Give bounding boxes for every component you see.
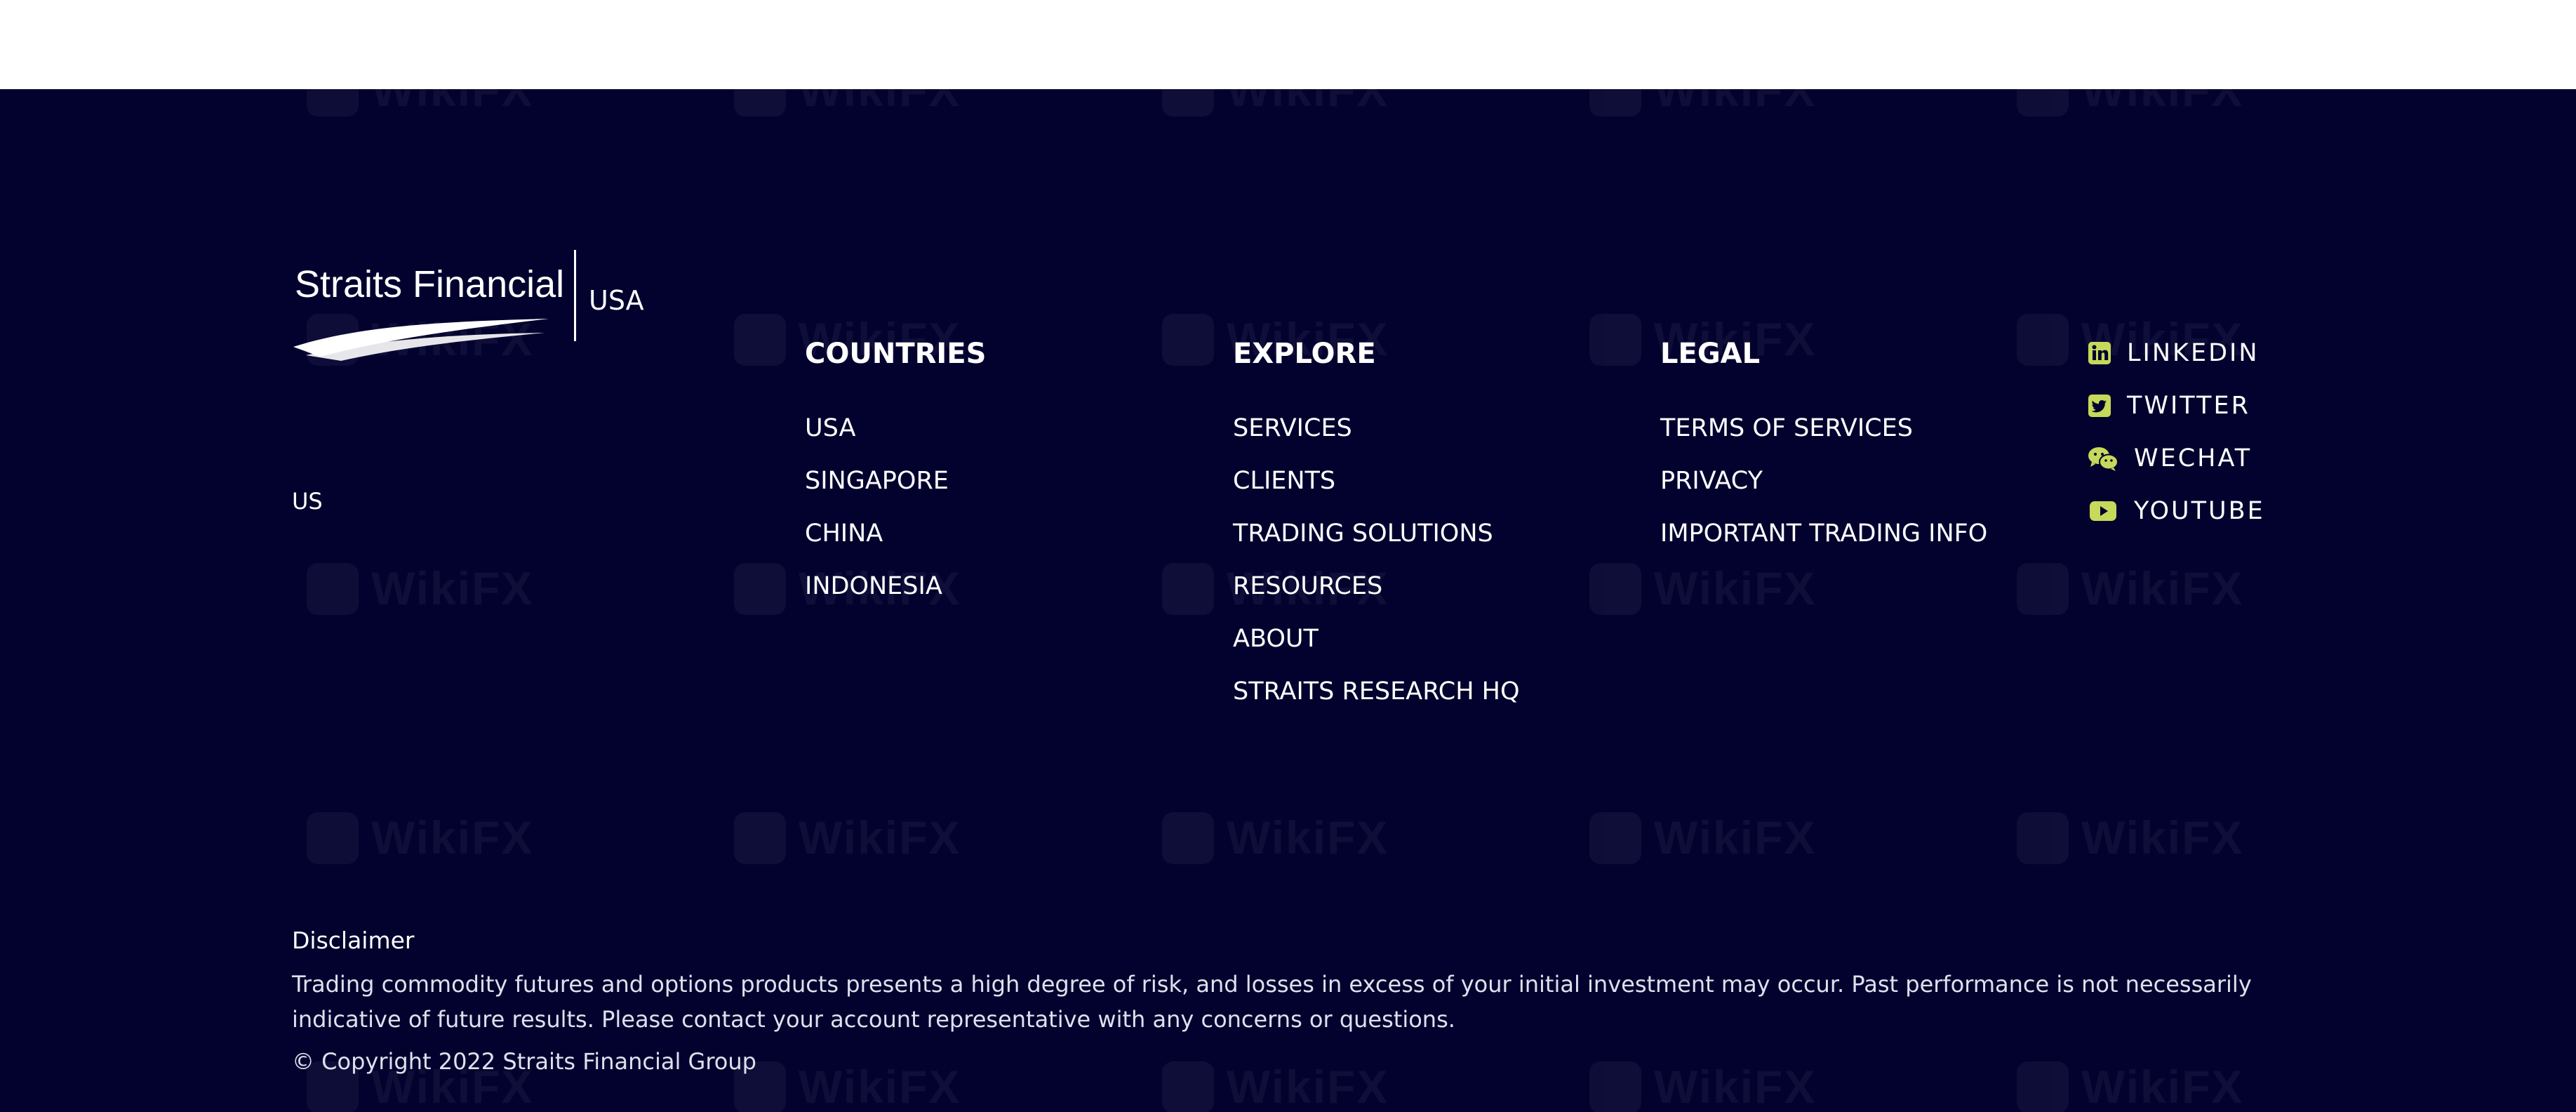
watermark-text: WikiFX (371, 562, 534, 614)
watermark-logo-icon (1589, 89, 1641, 117)
watermark-text: WikiFX (1654, 89, 1817, 116)
country-link-usa[interactable]: USA (805, 402, 986, 455)
watermark-text: WikiFX (1654, 562, 1817, 614)
watermark-text: WikiFX (371, 89, 534, 116)
watermark-tile: WikiFX (2017, 89, 2248, 121)
watermark-logo-icon (1589, 314, 1641, 366)
linkedin-icon (2088, 341, 2111, 365)
disclaimer-text: Trading commodity futures and options pr… (292, 971, 2252, 1033)
explore-link-about[interactable]: ABOUT (1233, 613, 1520, 666)
countries-list: USA SINGAPORE CHINA INDONESIA (805, 402, 986, 613)
watermark-tile: WikiFX (1162, 89, 1394, 121)
column-title: COUNTRIES (805, 338, 987, 370)
disclaimer-section: Disclaimer Trading commodity futures and… (292, 920, 2397, 1079)
watermark-text: WikiFX (1227, 89, 1389, 116)
watermark-logo-icon (734, 563, 786, 615)
watermark-logo-icon (2017, 314, 2069, 366)
watermark-text: WikiFX (2081, 812, 2244, 863)
watermark-text: WikiFX (1227, 812, 1389, 863)
country-link-singapore[interactable]: SINGAPORE (805, 455, 986, 508)
watermark-logo-icon (734, 89, 786, 117)
social-label: WECHAT (2134, 444, 2253, 472)
explore-link-clients[interactable]: CLIENTS (1233, 455, 1520, 508)
watermark-logo-icon (1589, 812, 1641, 864)
top-strip (0, 0, 2576, 89)
explore-link-resources[interactable]: RESOURCES (1233, 560, 1520, 613)
explore-column: EXPLORE SERVICES CLIENTS TRADING SOLUTIO… (1233, 333, 1520, 718)
explore-link-trading-solutions[interactable]: TRADING SOLUTIONS (1233, 508, 1520, 560)
legal-list: TERMS OF SERVICES PRIVACY IMPORTANT TRAD… (1660, 402, 1987, 560)
watermark-logo-icon (734, 314, 786, 366)
watermark-text: WikiFX (2081, 562, 2244, 614)
twitter-icon (2088, 394, 2111, 418)
watermark-text: WikiFX (799, 812, 961, 863)
brand-name: Straits Financial (295, 263, 565, 305)
brand-logo[interactable]: Straits Financial USA (292, 250, 657, 376)
social-label: TWITTER (2127, 391, 2250, 420)
social-label: LINKEDIN (2127, 338, 2260, 367)
legal-link-privacy[interactable]: PRIVACY (1660, 455, 1987, 508)
watermark-text: WikiFX (1654, 812, 1817, 863)
brand-region: USA (589, 285, 644, 316)
countries-column: COUNTRIES USA SINGAPORE CHINA INDONESIA (805, 333, 986, 613)
explore-link-research-hq[interactable]: STRAITS RESEARCH HQ (1233, 666, 1520, 718)
disclaimer-title: Disclaimer (292, 927, 415, 954)
watermark-logo-icon (1162, 89, 1214, 117)
watermark-tile: WikiFX (307, 556, 538, 619)
legal-column: LEGAL TERMS OF SERVICES PRIVACY IMPORTAN… (1660, 333, 1987, 560)
brand-subtitle: US (292, 488, 323, 515)
country-link-china[interactable]: CHINA (805, 508, 986, 560)
watermark-logo-icon (307, 89, 359, 117)
social-link-youtube[interactable]: YOUTUBE (2088, 484, 2265, 537)
watermark-logo-icon (307, 563, 359, 615)
watermark-logo-icon (1589, 563, 1641, 615)
watermark-logo-icon (734, 812, 786, 864)
wechat-icon (2088, 446, 2118, 471)
social-link-linkedin[interactable]: LINKEDIN (2088, 326, 2265, 379)
watermark-logo-icon (2017, 812, 2069, 864)
social-link-twitter[interactable]: TWITTER (2088, 379, 2265, 432)
youtube-icon (2088, 499, 2118, 523)
watermark-tile: WikiFX (307, 89, 538, 121)
watermark-tile: WikiFX (734, 89, 966, 121)
copyright-text: © Copyright 2022 Straits Financial Group (292, 1048, 756, 1075)
watermark-logo-icon (1162, 563, 1214, 615)
watermark-text: WikiFX (371, 812, 534, 863)
explore-link-services[interactable]: SERVICES (1233, 402, 1520, 455)
watermark-tile: WikiFX (1589, 556, 1821, 619)
watermark-logo-icon (2017, 563, 2069, 615)
watermark-text: WikiFX (799, 89, 961, 116)
column-title: LEGAL (1660, 338, 1761, 370)
legal-link-trading-info[interactable]: IMPORTANT TRADING INFO (1660, 508, 1987, 560)
watermark-tile: WikiFX (2017, 556, 2248, 619)
social-link-wechat[interactable]: WECHAT (2088, 432, 2265, 484)
watermark-logo-icon (2017, 89, 2069, 117)
wave-swoosh-icon (293, 319, 549, 361)
country-link-indonesia[interactable]: INDONESIA (805, 560, 986, 613)
watermark-tile: WikiFX (1162, 805, 1394, 868)
watermark-text: WikiFX (2081, 89, 2244, 116)
watermark-logo-icon (307, 812, 359, 864)
watermark-tile: WikiFX (734, 805, 966, 868)
watermark-logo-icon (1162, 314, 1214, 366)
explore-list: SERVICES CLIENTS TRADING SOLUTIONS RESOU… (1233, 402, 1520, 718)
site-footer: WikiFX WikiFX WikiFX WikiFX WikiFX WikiFX Wiki… (0, 89, 2576, 1112)
watermark-tile: WikiFX (307, 805, 538, 868)
watermark-logo-icon (1162, 812, 1214, 864)
watermark-tile: WikiFX (1589, 89, 1821, 121)
social-label: YOUTUBE (2134, 496, 2265, 525)
legal-link-terms[interactable]: TERMS OF SERVICES (1660, 402, 1987, 455)
column-title: EXPLORE (1233, 338, 1376, 370)
watermark-tile: WikiFX (1589, 805, 1821, 868)
social-links: LINKEDIN TWITTER WECHAT YOUTUBE (2088, 326, 2265, 537)
watermark-tile: WikiFX (2017, 805, 2248, 868)
brand-divider (574, 250, 576, 341)
